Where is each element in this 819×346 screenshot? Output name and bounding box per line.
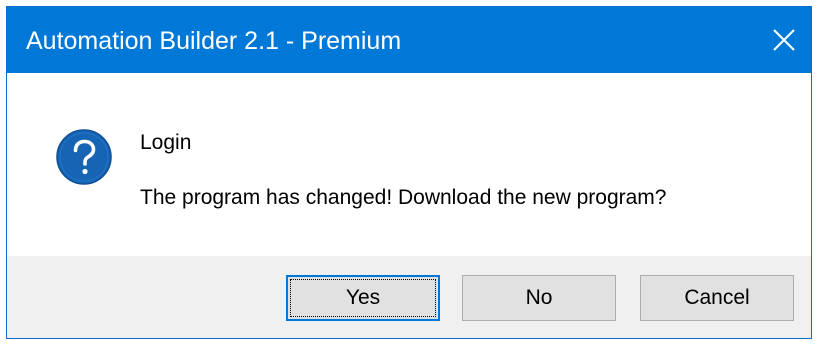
no-button-label: No [525,286,553,309]
close-icon [773,29,795,51]
yes-button-label: Yes [345,286,381,309]
question-icon [56,129,112,185]
message-dialog: Automation Builder 2.1 - Premium Login T… [6,6,812,339]
message-text: The program has changed! Download the ne… [140,186,667,209]
title-bar[interactable]: Automation Builder 2.1 - Premium [7,7,811,73]
yes-button[interactable]: Yes [286,275,440,321]
message-area: Login The program has changed! Download … [7,73,811,256]
cancel-button-label: Cancel [684,286,750,309]
window-title: Automation Builder 2.1 - Premium [26,27,402,55]
message-title: Login [140,131,192,154]
close-button[interactable] [757,7,811,73]
button-bar: Yes No Cancel [7,256,811,338]
no-button[interactable]: No [462,275,616,321]
cancel-button[interactable]: Cancel [640,275,794,321]
